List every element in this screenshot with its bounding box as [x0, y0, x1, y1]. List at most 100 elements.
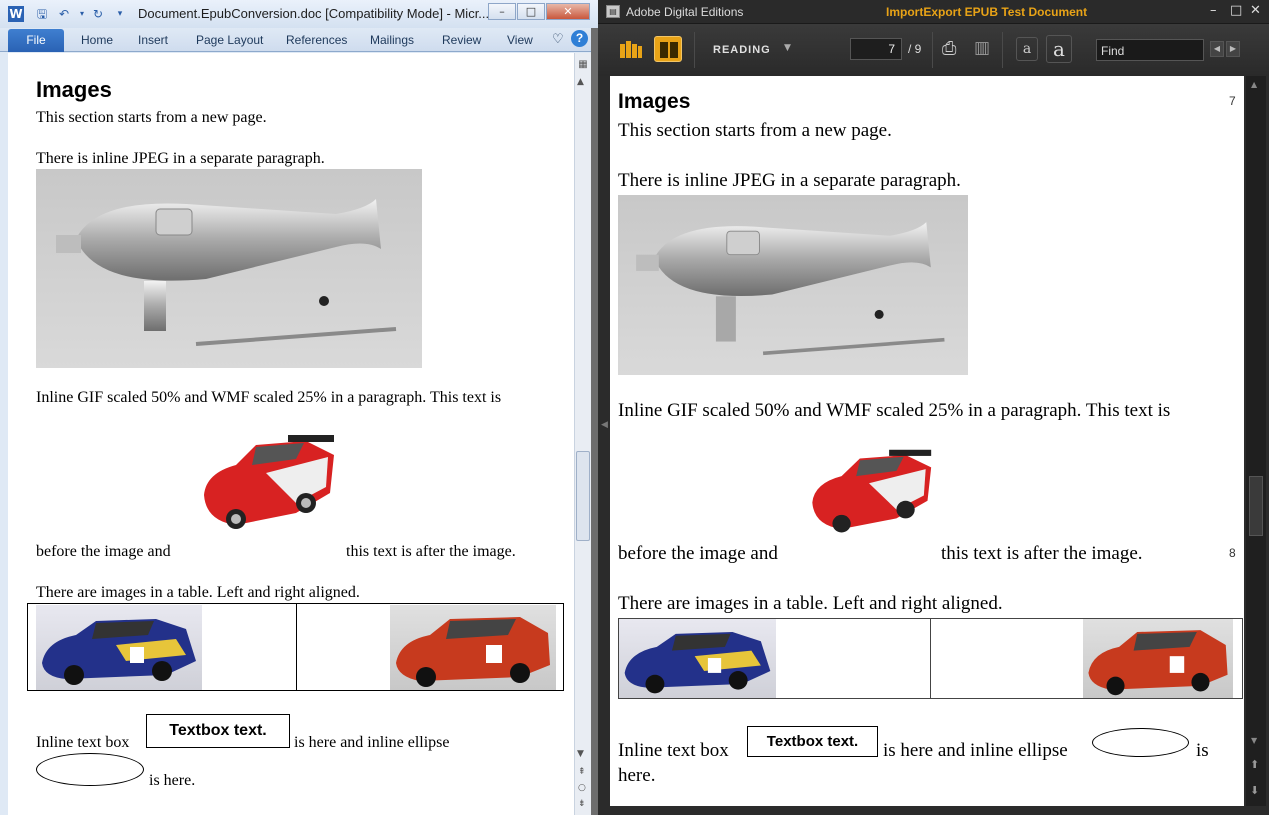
page-total-label: / 9 — [908, 42, 922, 56]
minimize-button[interactable]: – — [488, 3, 516, 20]
find-previous-icon[interactable]: ◀ — [1210, 41, 1224, 57]
reading-mode-label[interactable]: READING — [713, 44, 771, 56]
previous-page-icon[interactable]: ⬆ — [1250, 758, 1259, 771]
ade-title-bar: ▤ Adobe Digital Editions ImportExport EP… — [598, 0, 1269, 24]
content-paragraph: this text is after the image. — [941, 543, 1143, 564]
doc-paragraph: this text is after the image. — [346, 543, 516, 560]
print-icon[interactable]: ⎙ — [942, 38, 956, 59]
tab-review[interactable]: Review — [442, 33, 481, 47]
doc-paragraph: is here. — [149, 772, 196, 789]
tab-file[interactable]: File — [8, 29, 64, 52]
doc-paragraph: before the image and — [36, 543, 171, 560]
font-decrease-button[interactable]: a — [1016, 37, 1038, 61]
red-car-right-image — [390, 605, 556, 690]
redo-icon[interactable]: ↻ — [90, 6, 106, 22]
bookmark-icon[interactable]: ▥ — [974, 38, 990, 58]
inline-textbox[interactable]: Textbox text. — [747, 726, 878, 757]
inline-ellipse[interactable] — [36, 753, 144, 786]
ade-window: ▤ Adobe Digital Editions ImportExport EP… — [598, 0, 1269, 815]
doc-paragraph: is here and inline ellipse — [294, 734, 450, 751]
undo-icon[interactable]: ↶ — [56, 6, 72, 22]
content-paragraph: There is inline JPEG in a separate parag… — [618, 170, 961, 191]
page-number-marker: 7 — [1229, 94, 1236, 108]
library-icon[interactable] — [616, 36, 644, 62]
scroll-down-arrow-icon[interactable]: ▼ — [1251, 736, 1257, 745]
scroll-up-arrow-icon[interactable]: ▲ — [577, 77, 584, 87]
tab-page-layout[interactable]: Page Layout — [196, 33, 263, 47]
content-heading: Images — [618, 90, 691, 113]
minimize-ribbon-icon[interactable]: ♡ — [552, 31, 564, 47]
page-number-marker: 8 — [1229, 546, 1236, 560]
image-table — [618, 618, 1243, 699]
content-paragraph: This section starts from a new page. — [618, 120, 892, 141]
tab-references[interactable]: References — [286, 33, 347, 47]
mode-dropdown-icon[interactable]: ▼ — [784, 43, 791, 53]
page-number-input[interactable]: 7 — [850, 38, 902, 60]
doc-paragraph: There are images in a table. Left and ri… — [36, 584, 360, 601]
font-increase-button[interactable]: a — [1046, 35, 1072, 63]
inline-ellipse[interactable] — [1092, 728, 1189, 757]
find-input[interactable]: Find — [1096, 39, 1204, 61]
ade-app-name: Adobe Digital Editions — [626, 5, 744, 19]
next-page-icon[interactable]: ⇟ — [578, 799, 586, 809]
customize-toolbar-icon[interactable]: ▾ — [112, 6, 128, 22]
ade-maximize-button[interactable]: □ — [1230, 3, 1242, 18]
tab-view[interactable]: View — [507, 33, 533, 47]
word-vertical-scrollbar[interactable]: ▦ ▲ ▼ ⇞ ○ ⇟ — [574, 53, 591, 815]
inline-textbox[interactable]: Textbox text. — [146, 714, 290, 748]
save-icon[interactable]: 🖫 — [34, 6, 50, 22]
gif-red-car-image — [196, 433, 336, 533]
word-app-icon[interactable]: W — [8, 6, 24, 22]
doc-paragraph: This section starts from a new page. — [36, 109, 267, 126]
image-table — [27, 603, 564, 691]
word-window-title: Document.EpubConversion.doc [Compatibili… — [138, 6, 490, 21]
word-scroll-thumb[interactable] — [576, 451, 590, 541]
toolbar-separator — [932, 32, 933, 68]
word-title-bar: W 🖫 ↶ ▾ ↻ ▾ Document.EpubConversion.doc … — [0, 0, 598, 28]
ade-close-button[interactable]: ✕ — [1250, 3, 1261, 18]
scroll-up-arrow-icon[interactable]: ▲ — [1251, 80, 1257, 89]
ade-vertical-scrollbar[interactable]: ▲ ▼ ⬆ ⬇ — [1246, 76, 1266, 806]
word-document-page: Images This section starts from a new pa… — [8, 53, 574, 815]
help-icon[interactable]: ? — [571, 30, 588, 47]
tab-insert[interactable]: Insert — [138, 33, 168, 47]
tab-home[interactable]: Home — [81, 33, 113, 47]
ade-minimize-button[interactable]: – — [1210, 3, 1217, 18]
ade-app-icon[interactable]: ▤ — [606, 5, 620, 18]
next-page-icon[interactable]: ⬇ — [1250, 784, 1259, 797]
doc-paragraph: There is inline JPEG in a separate parag… — [36, 150, 325, 167]
ade-toolbar: READING ▼ 7 / 9 ⎙ ▥ a a Find ◀ ▶ — [598, 24, 1269, 76]
content-paragraph: is here and inline ellipse — [883, 740, 1068, 761]
table-divider — [296, 604, 297, 690]
ade-left-gutter: ◀ — [598, 76, 610, 815]
maximize-button[interactable]: □ — [517, 3, 545, 20]
tab-mailings[interactable]: Mailings — [370, 33, 414, 47]
content-paragraph: Inline text box — [618, 740, 729, 761]
blue-car-image — [619, 619, 776, 698]
undo-dropdown-icon[interactable]: ▾ — [74, 6, 90, 22]
ruler-toggle-icon[interactable]: ▦ — [576, 59, 590, 73]
toolbar-separator — [1002, 32, 1003, 68]
close-button[interactable]: ✕ — [546, 3, 590, 20]
ade-scroll-thumb[interactable] — [1249, 476, 1263, 536]
toolbar-separator — [694, 32, 695, 68]
table-divider — [930, 619, 931, 698]
reading-view-icon[interactable] — [654, 36, 682, 62]
content-paragraph: Inline GIF scaled 50% and WMF scaled 25%… — [618, 400, 1171, 421]
previous-page-icon[interactable]: ⇞ — [578, 767, 586, 777]
ade-reading-page: Images 7 This section starts from a new … — [610, 76, 1244, 806]
content-paragraph: is — [1196, 740, 1209, 761]
find-next-icon[interactable]: ▶ — [1226, 41, 1240, 57]
ade-document-title: ImportExport EPUB Test Document — [886, 5, 1088, 19]
scroll-down-arrow-icon[interactable]: ▼ — [577, 749, 584, 759]
doc-paragraph: Inline GIF scaled 50% and WMF scaled 25%… — [36, 389, 502, 406]
browse-object-icon[interactable]: ○ — [578, 783, 586, 793]
jpeg-pipe-image — [618, 195, 968, 375]
red-car-right-image — [1083, 619, 1233, 698]
word-window: W 🖫 ↶ ▾ ↻ ▾ Document.EpubConversion.doc … — [0, 0, 598, 815]
panel-collapse-icon[interactable]: ◀ — [601, 420, 608, 430]
gif-red-car-image — [805, 448, 933, 536]
doc-paragraph: Inline text box — [36, 734, 130, 751]
content-paragraph: There are images in a table. Left and ri… — [618, 593, 1003, 614]
ribbon-tabs: File Home Insert Page Layout References … — [0, 28, 598, 52]
